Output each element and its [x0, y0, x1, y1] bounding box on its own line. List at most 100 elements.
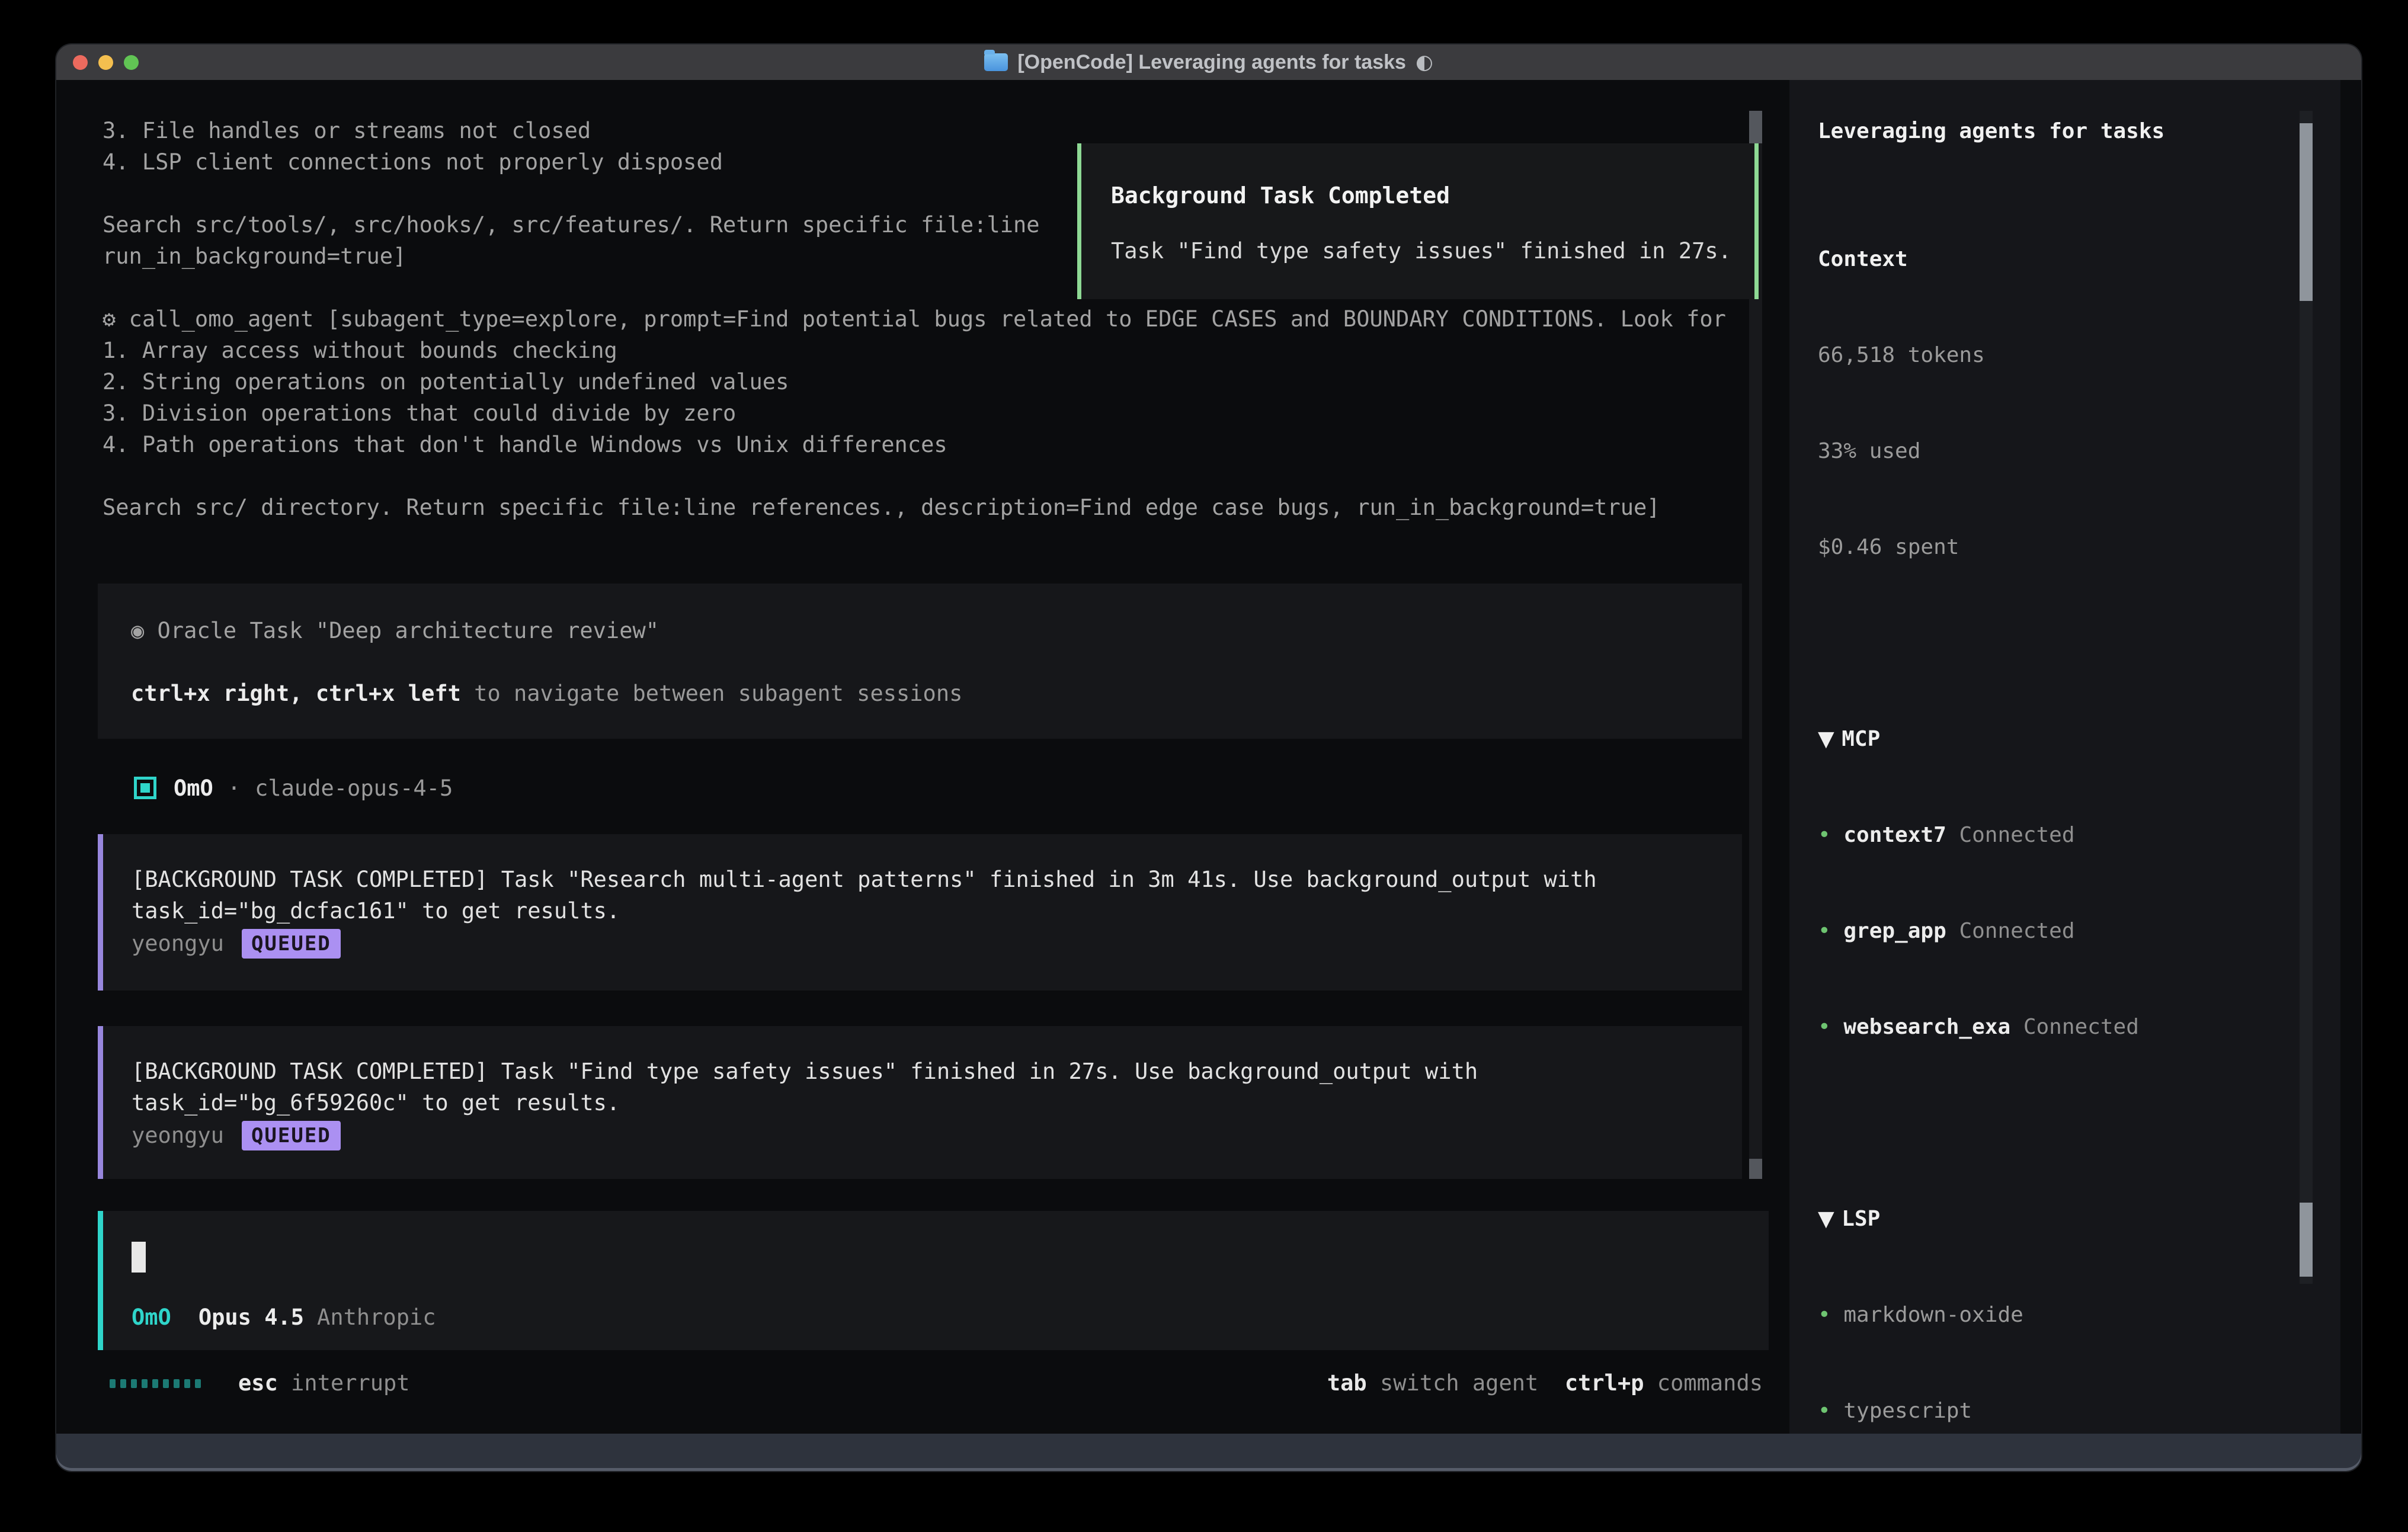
- window-footer: [56, 1434, 2361, 1471]
- shortcut-hints: tab switch agent ctrl+p commands: [1327, 1367, 1763, 1399]
- oracle-shortcut-hint: ctrl+x right, ctrl+x left to navigate be…: [131, 678, 1742, 709]
- message-author: yeongyu: [132, 1123, 224, 1148]
- status-bar: esc interrupt tab switch agent ctrl+p co…: [56, 1367, 1763, 1399]
- input-model-provider: Anthropic: [317, 1305, 436, 1330]
- activity-dots: [110, 1379, 201, 1388]
- bullet-icon: •: [1818, 823, 1843, 847]
- lsp-heading: LSP: [1842, 1207, 1880, 1231]
- activity-dot: [131, 1379, 137, 1388]
- mcp-name: websearch_exa: [1843, 1015, 2010, 1039]
- mcp-status: Connected: [1959, 919, 2074, 943]
- activity-dot: [174, 1379, 180, 1388]
- interrupt-hint: esc interrupt: [238, 1367, 410, 1399]
- agent-name: OmO: [174, 775, 213, 801]
- message-line: [BACKGROUND TASK COMPLETED] Task "Resear…: [132, 864, 1742, 895]
- close-button[interactable]: [73, 55, 88, 70]
- message-meta: yeongyu QUEUED: [132, 928, 1742, 959]
- activity-dot: [152, 1379, 158, 1388]
- mcp-item: • context7 Connected: [1818, 819, 2316, 851]
- sidebar-scrollbar-thumb[interactable]: [2300, 1203, 2313, 1277]
- status-badge: QUEUED: [242, 929, 341, 959]
- window-title-group: [OpenCode] Leveraging agents for tasks ◐: [984, 50, 1433, 74]
- title-bar: [OpenCode] Leveraging agents for tasks ◐: [56, 44, 2361, 80]
- chevron-down-icon: ▼: [1818, 727, 1842, 751]
- ctrlp-key-label: ctrl+p: [1565, 1370, 1644, 1396]
- model-row: OmO Opus 4.5 Anthropic: [132, 1305, 1769, 1330]
- terminal-line: 3. File handles or streams not closed: [103, 115, 1726, 146]
- activity-dot: [120, 1379, 126, 1388]
- terminal-line: 4. Path operations that don't handle Win…: [103, 429, 1726, 460]
- activity-dot: [184, 1379, 190, 1388]
- switch-agent-label: switch agent: [1367, 1370, 1539, 1396]
- background-task-toast: Background Task Completed Task "Find typ…: [1077, 143, 1759, 299]
- agent-model: claude-opus-4-5: [255, 775, 453, 801]
- input-model-name: Opus 4.5: [198, 1305, 304, 1330]
- input-agent-name: OmO: [132, 1305, 171, 1330]
- background-task-message: [BACKGROUND TASK COMPLETED] Task "Resear…: [98, 834, 1742, 991]
- toast-body: Task "Find type safety issues" finished …: [1111, 238, 1754, 264]
- bullet-icon: •: [1818, 1303, 1843, 1327]
- lsp-section-toggle[interactable]: ▼ LSP: [1818, 1203, 2316, 1235]
- message-line: task_id="bg_6f59260c" to get results.: [132, 1087, 1742, 1118]
- main-scrollbar-end[interactable]: [1749, 1159, 1762, 1179]
- lsp-item: • markdown-oxide: [1818, 1299, 2316, 1331]
- shortcut-keys: ctrl+x right, ctrl+x left: [131, 681, 461, 706]
- lsp-name: markdown-oxide: [1843, 1303, 2023, 1327]
- lsp-item: • typescript: [1818, 1395, 2316, 1427]
- terminal-line: Search src/ directory. Return specific f…: [103, 492, 1726, 523]
- session-sidebar: Leveraging agents for tasks Context 66,5…: [1789, 80, 2340, 1434]
- main-scrollbar-thumb[interactable]: [1749, 111, 1762, 143]
- interrupt-label: interrupt: [278, 1370, 410, 1396]
- activity-dot: [142, 1379, 148, 1388]
- agent-header: OmO · claude-opus-4-5: [134, 772, 453, 804]
- context-used: 33% used: [1818, 435, 2316, 467]
- folder-icon: [984, 53, 1008, 71]
- oracle-task-label: ◉ Oracle Task "Deep architecture review": [131, 615, 1742, 646]
- traffic-lights: [73, 44, 139, 80]
- activity-dot: [195, 1379, 201, 1388]
- status-badge: QUEUED: [242, 1121, 341, 1150]
- message-line: task_id="bg_dcfac161" to get results.: [132, 895, 1742, 927]
- lsp-name: typescript: [1843, 1399, 1972, 1423]
- toast-title: Background Task Completed: [1111, 182, 1754, 209]
- activity-dot: [110, 1379, 116, 1388]
- app-window: [OpenCode] Leveraging agents for tasks ◐…: [56, 44, 2361, 1471]
- terminal-line: 3. Division operations that could divide…: [103, 398, 1726, 429]
- mcp-status: Connected: [1959, 823, 2074, 847]
- mcp-name: context7: [1843, 823, 1946, 847]
- terminal-line: 1. Array access without bounds checking: [103, 335, 1726, 366]
- session-title: Leveraging agents for tasks: [1818, 116, 2316, 148]
- sidebar-content: Leveraging agents for tasks Context 66,5…: [1818, 116, 2316, 1471]
- shortcut-description: to navigate between subagent sessions: [461, 681, 962, 706]
- lsp-section: ▼ LSP • markdown-oxide • typescript • es…: [1818, 1139, 2316, 1471]
- prompt-input[interactable]: OmO Opus 4.5 Anthropic: [98, 1211, 1769, 1350]
- mcp-section: ▼ MCP • context7 Connected • grep_app Co…: [1818, 659, 2316, 1107]
- context-section: Context 66,518 tokens 33% used $0.46 spe…: [1818, 180, 2316, 627]
- mcp-section-toggle[interactable]: ▼ MCP: [1818, 723, 2316, 755]
- bullet-icon: •: [1818, 1399, 1843, 1423]
- hint-spacer: [1538, 1370, 1565, 1396]
- context-spent: $0.46 spent: [1818, 531, 2316, 563]
- window-title: [OpenCode] Leveraging agents for tasks: [1017, 51, 1406, 74]
- sidebar-right-gutter: [2340, 80, 2361, 1434]
- activity-dot: [163, 1379, 169, 1388]
- mcp-item: • websearch_exa Connected: [1818, 1011, 2316, 1043]
- mcp-heading: MCP: [1842, 727, 1880, 751]
- moon-icon: ◐: [1416, 50, 1433, 74]
- sidebar-scrollbar-thumb[interactable]: [2300, 123, 2313, 301]
- oracle-task-card: ◉ Oracle Task "Deep architecture review"…: [98, 584, 1742, 739]
- message-meta: yeongyu QUEUED: [132, 1120, 1742, 1151]
- agent-separator: ·: [228, 775, 241, 801]
- terminal-main-pane: 3. File handles or streams not closed 4.…: [56, 80, 1789, 1434]
- background-task-message: [BACKGROUND TASK COMPLETED] Task "Find t…: [98, 1026, 1742, 1179]
- terminal-line: [103, 460, 1726, 492]
- message-author: yeongyu: [132, 931, 224, 956]
- zoom-button[interactable]: [124, 55, 139, 70]
- minimize-button[interactable]: [98, 55, 113, 70]
- bullet-icon: •: [1818, 919, 1843, 943]
- message-line: [BACKGROUND TASK COMPLETED] Task "Find t…: [132, 1056, 1742, 1087]
- window-content: 3. File handles or streams not closed 4.…: [56, 80, 2361, 1434]
- tab-key-label: tab: [1327, 1370, 1367, 1396]
- text-cursor: [132, 1242, 146, 1273]
- mcp-status: Connected: [2023, 1015, 2139, 1039]
